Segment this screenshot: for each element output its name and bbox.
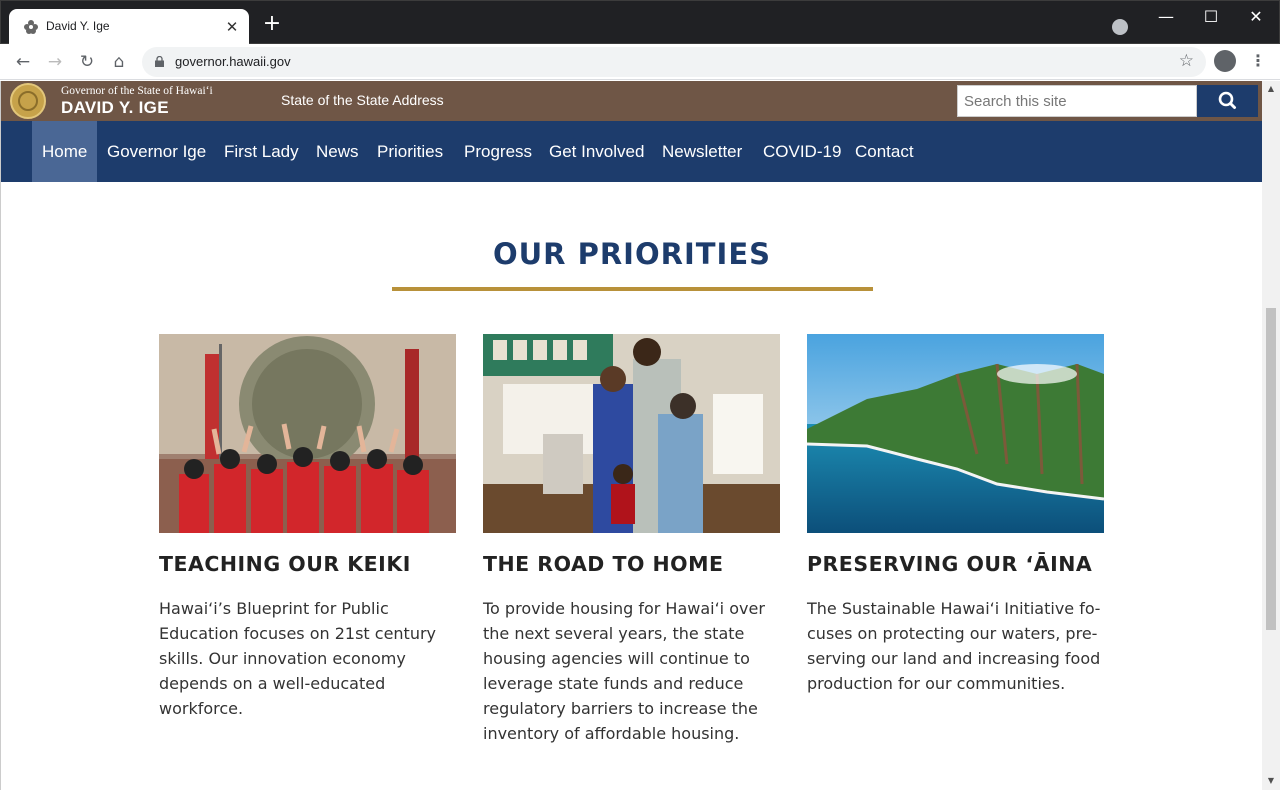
tab-title: David Y. Ige [46, 19, 110, 33]
scroll-thumb[interactable] [1266, 308, 1276, 630]
address-bar[interactable]: governor.hawaii.gov ☆ [142, 47, 1206, 77]
keiki-photo[interactable] [159, 334, 456, 533]
tab-close-icon[interactable]: ✕ [223, 18, 241, 36]
housing-photo[interactable] [483, 334, 780, 533]
governor-name[interactable]: DAVID Y. IGE [61, 98, 169, 118]
state-of-state-link[interactable]: State of the State Address [281, 92, 444, 108]
scroll-down-icon[interactable]: ▼ [1266, 776, 1276, 786]
tab-search-icon[interactable] [1112, 19, 1128, 35]
page-scrollbar[interactable]: ▲ ▼ [1262, 81, 1280, 790]
nav-item-covid-19[interactable]: COVID-19 [763, 121, 841, 182]
page-viewport: Governor of the State of Hawai‘i DAVID Y… [0, 81, 1262, 790]
coastline-photo[interactable] [807, 334, 1104, 533]
browser-toolbar: ← → ↻ ⌂ governor.hawaii.gov ☆ [0, 44, 1280, 80]
site-search-input[interactable] [957, 85, 1197, 117]
nav-item-news[interactable]: News [316, 121, 359, 182]
card-title[interactable]: THE ROAD TO HOME [483, 552, 724, 576]
card-title[interactable]: PRESERVING OUR ‘ĀINA [807, 552, 1092, 576]
nav-item-priorities[interactable]: Priorities [377, 121, 443, 182]
hibiscus-favicon-icon [24, 20, 38, 34]
nav-item-governor-ige[interactable]: Governor Ige [107, 121, 206, 182]
url-text: governor.hawaii.gov [175, 54, 291, 69]
lock-icon [155, 56, 164, 67]
forward-icon[interactable]: → [44, 51, 66, 73]
card-text: To provide housing for Hawai‘i over the … [483, 599, 765, 743]
main-nav: Home Governor Ige First Lady News Priori… [1, 121, 1262, 182]
search-icon [1218, 91, 1236, 109]
section-title: OUR PRIORITIES [492, 237, 772, 271]
browser-tab[interactable]: David Y. Ige ✕ [9, 9, 249, 45]
state-seal-logo[interactable] [10, 83, 46, 119]
new-tab-icon[interactable]: + [261, 13, 283, 35]
title-divider [392, 287, 873, 291]
back-icon[interactable]: ← [12, 51, 34, 73]
bookmark-star-icon[interactable]: ☆ [1179, 51, 1194, 71]
card-title[interactable]: TEACHING OUR KEIKI [159, 552, 411, 576]
browser-tab-bar: David Y. Ige ✕ + — ☐ ✕ [0, 0, 1280, 45]
home-icon[interactable]: ⌂ [108, 51, 130, 73]
priority-card: THE ROAD TO HOME To provide housing for … [483, 334, 780, 743]
site-header: Governor of the State of Hawai‘i DAVID Y… [1, 81, 1262, 121]
minimize-icon[interactable]: — [1151, 7, 1181, 27]
nav-item-contact[interactable]: Contact [855, 121, 914, 182]
nav-item-home[interactable]: Home [32, 121, 98, 182]
nav-item-newsletter[interactable]: Newsletter [662, 121, 742, 182]
nav-item-progress[interactable]: Progress [464, 121, 532, 182]
priority-card: TEACHING OUR KEIKI Hawai‘i’s Blueprint f… [159, 334, 456, 718]
card-text: The Sustainable Hawai‘i Initiative fo­cu… [807, 599, 1101, 693]
nav-item-get-involved[interactable]: Get Involved [549, 121, 644, 182]
browser-menu-icon[interactable]: ⋮ [1250, 50, 1266, 72]
governor-subtitle: Governor of the State of Hawai‘i [61, 85, 213, 97]
profile-avatar-icon[interactable] [1214, 50, 1236, 72]
maximize-icon[interactable]: ☐ [1196, 7, 1226, 27]
nav-item-first-lady[interactable]: First Lady [224, 121, 299, 182]
close-window-icon[interactable]: ✕ [1241, 7, 1271, 27]
card-text: Hawai‘i’s Blueprint for Public Education… [159, 599, 437, 718]
scroll-up-icon[interactable]: ▲ [1266, 84, 1276, 94]
search-button[interactable] [1197, 85, 1258, 117]
priority-card: PRESERVING OUR ‘ĀINA The Sustainable Haw… [807, 334, 1104, 693]
reload-icon[interactable]: ↻ [76, 51, 98, 73]
